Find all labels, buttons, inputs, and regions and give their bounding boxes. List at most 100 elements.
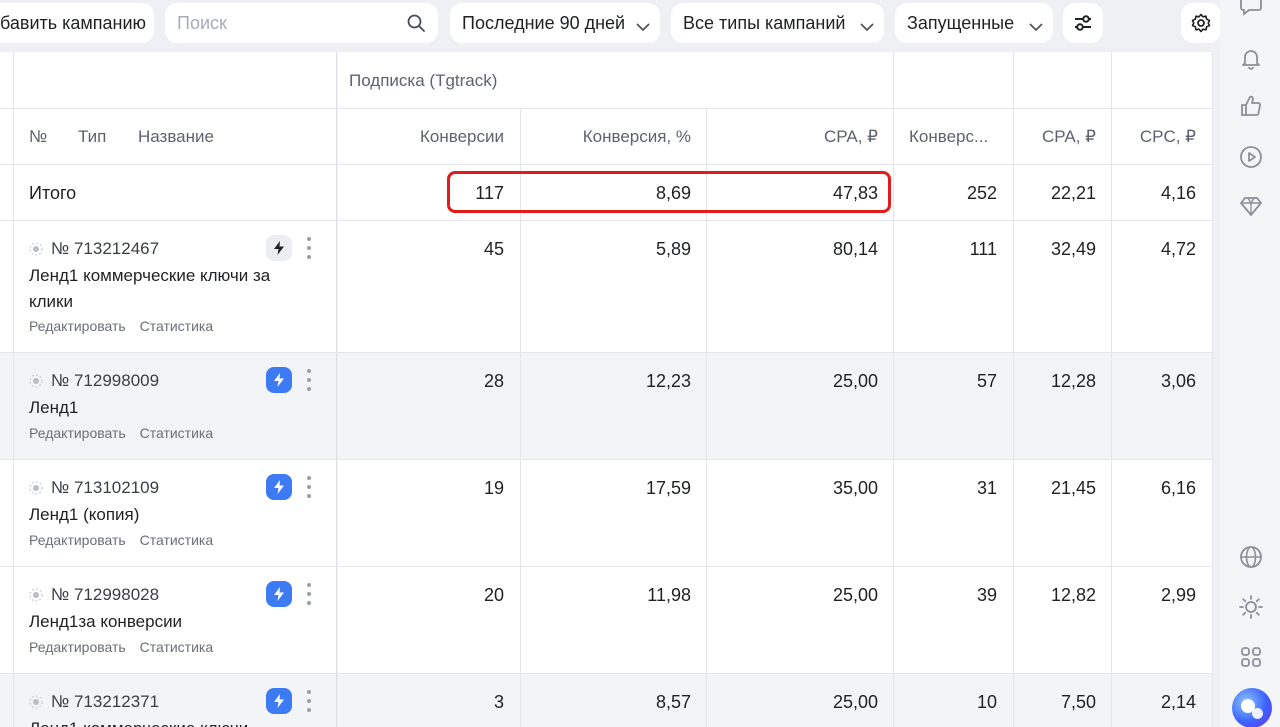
status-dropdown[interactable]: Запущенные <box>895 3 1053 43</box>
right-sidebar <box>1220 0 1280 727</box>
filter-settings-button[interactable] <box>1063 3 1103 43</box>
cell-conversions-total: 57 <box>976 371 997 391</box>
campaign-name[interactable]: Ленд1 <box>29 395 299 421</box>
cell-cpa-group: 35,00 <box>832 478 878 498</box>
cell-cpa: 21,45 <box>1050 478 1096 498</box>
more-menu-icon[interactable] <box>305 369 313 391</box>
stats-link[interactable]: Статистика <box>140 532 214 548</box>
column-header-type[interactable]: Тип <box>78 127 106 147</box>
assistant-orb-icon[interactable] <box>1232 688 1272 727</box>
total-cpc: 4,16 <box>1160 183 1196 203</box>
cell-cpc: 2,99 <box>1160 585 1196 605</box>
diamond-icon[interactable] <box>1238 193 1264 219</box>
cell-conversions: 20 <box>483 585 504 605</box>
cell-conversions-total: 10 <box>976 692 997 712</box>
settings-button[interactable] <box>1181 3 1221 43</box>
edit-link[interactable]: Редактировать <box>29 532 126 548</box>
campaign-name[interactable]: Ленд1 коммерческие ключи за клики <box>29 263 299 315</box>
gear-icon <box>1191 13 1211 33</box>
campaign-id[interactable]: № 713212371 <box>29 692 159 712</box>
stats-link[interactable]: Статистика <box>140 318 214 334</box>
lightning-icon[interactable] <box>266 235 292 261</box>
edit-link[interactable]: Редактировать <box>29 639 126 655</box>
highlight-box <box>447 171 891 213</box>
edit-link[interactable]: Редактировать <box>29 318 126 334</box>
period-dropdown[interactable]: Последние 90 дней <box>450 3 660 43</box>
cell-cpa: 7,50 <box>1060 692 1096 712</box>
cell-conversions-total: 111 <box>969 239 997 259</box>
more-menu-icon[interactable] <box>305 476 313 498</box>
column-header-conversions-total[interactable]: Конверс... <box>909 127 988 147</box>
lightning-icon[interactable] <box>266 688 292 714</box>
cell-conversion-rate: 8,57 <box>655 692 691 712</box>
add-campaign-button[interactable]: бавить кампанию <box>0 3 154 43</box>
column-header-cpc[interactable]: CPC, ₽ <box>1114 127 1196 147</box>
cell-conversion-rate: 5,89 <box>655 239 691 259</box>
stats-link[interactable]: Статистика <box>140 425 214 441</box>
campaign-id[interactable]: № 713212467 <box>29 239 159 259</box>
campaign-links-row: Редактировать Статистика <box>29 639 223 655</box>
campaign-links-row: Редактировать Статистика <box>29 318 223 334</box>
table-row[interactable]: № 712998009 Ленд1 <box>29 352 329 459</box>
column-group-header: Подписка (Tgtrack) <box>349 71 498 90</box>
status-label: Запущенные <box>907 12 1015 33</box>
status-dot-icon <box>29 242 43 256</box>
cell-cpa-group: 80,14 <box>832 239 878 259</box>
chevron-down-icon <box>1029 17 1043 32</box>
table-row[interactable]: № 712998028 Ленд1за конверсии <box>29 566 329 673</box>
more-menu-icon[interactable] <box>305 583 313 605</box>
lightning-icon[interactable] <box>266 474 292 500</box>
cell-conversion-rate: 11,98 <box>647 585 691 605</box>
cell-cpc: 6,16 <box>1160 478 1196 498</box>
total-label: Итого <box>29 183 77 203</box>
chat-bubble-icon[interactable] <box>1238 0 1264 18</box>
column-divider <box>1212 52 1213 727</box>
thumbs-up-icon[interactable] <box>1238 93 1264 119</box>
search-box[interactable] <box>165 3 438 43</box>
more-menu-icon[interactable] <box>305 690 313 712</box>
apps-grid-icon[interactable] <box>1238 644 1264 670</box>
column-header-conversions[interactable]: Конверсии <box>340 127 504 147</box>
cell-cpa-group: 25,00 <box>832 692 878 712</box>
theme-sun-icon[interactable] <box>1238 594 1264 620</box>
table-row[interactable]: № 713212371 Ленд1 коммерческие ключи <box>29 673 329 727</box>
campaign-id[interactable]: № 712998028 <box>29 585 159 605</box>
lightning-icon[interactable] <box>266 367 292 393</box>
cell-cpa-group: 25,00 <box>832 585 878 605</box>
column-header-cpa-group[interactable]: CPA, ₽ <box>710 127 878 147</box>
column-divider <box>13 52 14 727</box>
campaign-name[interactable]: Ленд1 коммерческие ключи <box>29 716 299 727</box>
edit-link[interactable]: Редактировать <box>29 425 126 441</box>
sliders-icon <box>1073 14 1093 32</box>
campaign-types-label: Все типы кампаний <box>683 12 846 33</box>
campaign-name[interactable]: Ленд1 (копия) <box>29 502 299 528</box>
column-header-number[interactable]: № <box>29 127 47 147</box>
cell-conversions: 28 <box>483 371 504 391</box>
column-header-cpa[interactable]: CPA, ₽ <box>1016 127 1096 147</box>
search-icon[interactable] <box>406 13 426 33</box>
stats-link[interactable]: Статистика <box>140 639 214 655</box>
search-input[interactable] <box>177 12 387 34</box>
cell-cpc: 2,14 <box>1160 692 1196 712</box>
play-circle-icon[interactable] <box>1238 144 1264 170</box>
campaign-types-dropdown[interactable]: Все типы кампаний <box>671 3 884 43</box>
cell-cpc: 3,06 <box>1160 371 1196 391</box>
globe-icon[interactable] <box>1238 544 1264 570</box>
status-dot-icon <box>29 374 43 388</box>
cell-conversion-rate: 17,59 <box>645 478 691 498</box>
lightning-icon[interactable] <box>266 581 292 607</box>
column-header-conversion-rate[interactable]: Конверсия, % <box>524 127 691 147</box>
cell-conversions: 45 <box>483 239 504 259</box>
table-row[interactable]: № 713102109 Ленд1 (копия) <box>29 459 329 566</box>
column-header-name[interactable]: Название <box>138 127 214 147</box>
more-menu-icon[interactable] <box>305 237 313 259</box>
campaign-id[interactable]: № 713102109 <box>29 478 159 498</box>
campaign-name[interactable]: Ленд1за конверсии <box>29 609 299 635</box>
column-divider <box>893 52 894 727</box>
toolbar: бавить кампанию Последние 90 дней Все ти… <box>0 0 1221 46</box>
chevron-down-icon <box>636 17 650 32</box>
campaigns-table: Подписка (Tgtrack) № Тип Название Конвер… <box>0 52 1213 727</box>
cell-conversions: 3 <box>493 692 504 712</box>
bell-icon[interactable] <box>1238 45 1264 71</box>
campaign-id[interactable]: № 712998009 <box>29 371 159 391</box>
